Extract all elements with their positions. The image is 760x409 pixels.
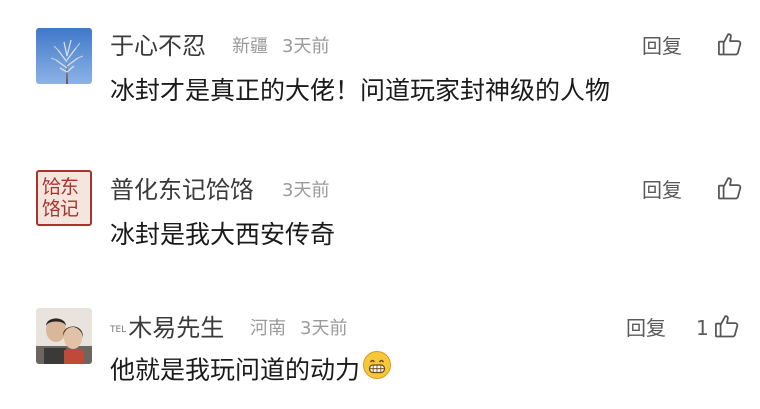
avatar[interactable] (36, 308, 92, 364)
thumbs-up-icon (716, 30, 744, 62)
tel-badge: TEL (110, 325, 127, 335)
comment-text: 他就是我玩问道的动力 (110, 350, 392, 391)
comment-username[interactable]: TEL木易先生 (110, 312, 224, 344)
comment-time: 3天前 (282, 36, 330, 57)
like-count: 1 (696, 316, 709, 340)
comment-item: TEL木易先生 河南 3天前 回复 1 他就是我玩问道的动力 (0, 290, 760, 409)
like-button[interactable]: 1 (696, 312, 741, 344)
reply-button[interactable]: 回复 (626, 312, 666, 344)
reply-button[interactable]: 回复 (642, 174, 682, 206)
comment-item: 饸东 饹记 普化东记饸饹 3天前 回复 冰封是我大西安传奇 (0, 150, 760, 280)
comment-item: 于心不忍 新疆 3天前 回复 冰封才是真正的大佬！问道玩家封神级的人物 (0, 0, 760, 130)
comment-time: 3天前 (282, 180, 330, 201)
comment-time: 3天前 (300, 318, 348, 339)
comment-username[interactable]: 普化东记饸饹 (110, 174, 254, 206)
comment-text-content: 他就是我玩问道的动力 (110, 355, 361, 385)
avatar-logo-text: 饸东 饹记 (42, 176, 79, 220)
avatar[interactable]: 饸东 饹记 (36, 170, 92, 226)
comment-location: 河南 (250, 318, 286, 339)
comment-location: 新疆 (232, 36, 268, 57)
thumbs-up-icon (713, 312, 741, 344)
grinning-face-emoji-icon (362, 350, 392, 389)
like-button[interactable] (712, 174, 744, 206)
comment-username[interactable]: 于心不忍 (110, 30, 206, 62)
comment-text: 冰封才是真正的大佬！问道玩家封神级的人物 (110, 76, 611, 105)
avatar[interactable] (36, 28, 92, 84)
thumbs-up-icon (716, 174, 744, 206)
comment-text: 冰封是我大西安传奇 (110, 220, 336, 249)
comment-username-text: 木易先生 (128, 314, 225, 342)
like-button[interactable] (712, 30, 744, 62)
reply-button[interactable]: 回复 (642, 30, 682, 62)
